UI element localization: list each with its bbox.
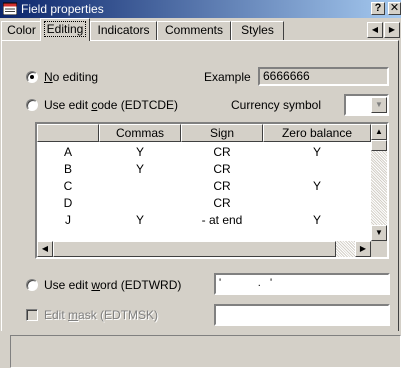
- edit-code-grid[interactable]: Commas Sign Zero balance A Y CR Y B Y CR…: [35, 122, 389, 259]
- window-icon: [3, 2, 17, 15]
- column-header[interactable]: [37, 124, 99, 142]
- title-bar: Field properties ? ✕: [0, 0, 401, 18]
- horizontal-scrollbar[interactable]: ◀ ▶: [37, 241, 371, 257]
- scroll-up-button[interactable]: ▲: [371, 124, 387, 140]
- tab-indicators[interactable]: Indicators: [90, 21, 157, 40]
- scroll-corner: [371, 241, 387, 257]
- tab-styles[interactable]: Styles: [231, 21, 284, 40]
- edit-mask-label: Edit mask (EDTMSK): [44, 308, 159, 322]
- column-header-sign[interactable]: Sign: [181, 124, 263, 142]
- cell-sign: CR: [213, 162, 231, 176]
- vertical-scrollbar[interactable]: ▲ ▼: [371, 124, 387, 241]
- status-bar: [10, 335, 401, 368]
- cell-zero-balance: Y: [312, 179, 321, 193]
- row-code: B: [63, 162, 72, 176]
- cell-commas: [99, 178, 181, 194]
- cell-sign: CR: [213, 145, 231, 159]
- cell-sign: - at end: [201, 213, 243, 227]
- row-code: A: [63, 145, 72, 159]
- edit-word-input[interactable]: ' . ': [214, 273, 390, 295]
- example-value: 6666666: [258, 67, 389, 86]
- tab-scroll-left-button[interactable]: ◀: [367, 22, 383, 38]
- row-code: C: [63, 179, 73, 193]
- tab-scroll-right-button[interactable]: ▶: [384, 22, 400, 38]
- cell-zero-balance: Y: [312, 213, 321, 227]
- cell-commas: Y: [135, 213, 144, 227]
- cell-sign: CR: [213, 196, 231, 210]
- tab-editing[interactable]: Editing: [40, 18, 90, 41]
- cell-commas: Y: [135, 145, 144, 159]
- tab-comments[interactable]: Comments: [157, 21, 231, 40]
- use-edit-code-label[interactable]: Use edit code (EDTCDE): [44, 98, 178, 112]
- cell-zero-balance: Y: [312, 145, 321, 159]
- horizontal-scroll-thumb[interactable]: [53, 241, 336, 257]
- use-edit-code-radio[interactable]: [26, 99, 38, 111]
- cell-sign: CR: [213, 179, 231, 193]
- cell-zero-balance: [263, 195, 371, 211]
- cell-commas: [99, 195, 181, 211]
- use-edit-word-label[interactable]: Use edit word (EDTWRD): [44, 278, 181, 292]
- scroll-right-button[interactable]: ▶: [355, 241, 371, 257]
- example-label: Example: [204, 70, 251, 84]
- column-header-zero-balance[interactable]: Zero balance: [263, 124, 371, 142]
- column-header-commas[interactable]: Commas: [99, 124, 181, 142]
- currency-symbol-label: Currency symbol: [231, 98, 322, 112]
- row-code: D: [63, 196, 73, 210]
- edit-mask-input[interactable]: [214, 304, 390, 326]
- chevron-down-icon[interactable]: ▼: [371, 97, 387, 113]
- help-button[interactable]: ?: [371, 2, 385, 15]
- use-edit-word-radio[interactable]: [26, 279, 38, 291]
- cell-commas: Y: [135, 162, 144, 176]
- tab-color[interactable]: Color: [1, 21, 42, 40]
- scroll-down-button[interactable]: ▼: [371, 225, 387, 241]
- cell-zero-balance: [263, 161, 371, 177]
- scroll-left-button[interactable]: ◀: [37, 241, 53, 257]
- close-button[interactable]: ✕: [388, 2, 401, 15]
- window-title: Field properties: [21, 2, 104, 16]
- no-editing-label[interactable]: No editing: [44, 70, 98, 84]
- vertical-scroll-thumb[interactable]: [371, 140, 387, 151]
- row-code: J: [65, 213, 71, 227]
- currency-symbol-select[interactable]: ▼: [344, 94, 389, 116]
- no-editing-radio[interactable]: [26, 71, 38, 83]
- edit-mask-checkbox[interactable]: [26, 309, 38, 321]
